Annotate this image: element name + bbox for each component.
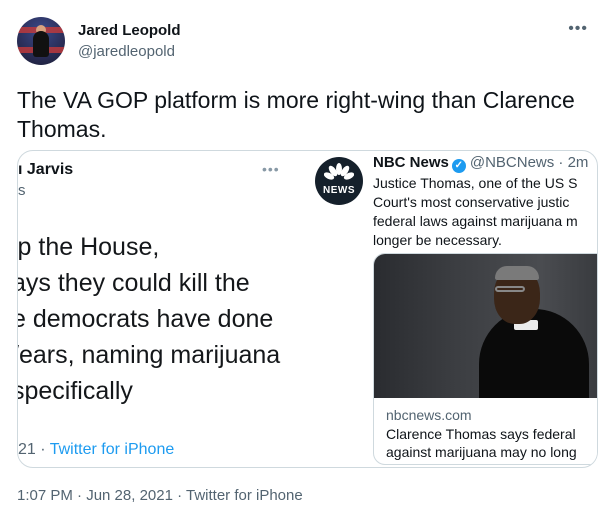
- nbc-tweet-line: Justice Thomas, one of the US S: [373, 175, 578, 191]
- left-screenshot-handle: s: [18, 182, 26, 199]
- more-horizontal-icon[interactable]: •••: [568, 20, 588, 38]
- nbc-tweet-line: Court's most conservative justic: [373, 194, 570, 210]
- tweet-media[interactable]: ı Jarvis s ••• ip the House, ays they co…: [17, 150, 598, 468]
- link-preview-title-line: against marijuana may no long: [386, 444, 577, 460]
- more-horizontal-icon: •••: [262, 161, 280, 177]
- left-screenshot-text: ip the House, ays they could kill the e …: [18, 229, 306, 409]
- nbc-avatar-label: NEWS: [323, 185, 355, 196]
- left-screenshot-line: ays they could kill the: [18, 269, 250, 297]
- nbc-tweet-line: federal laws against marijuana m: [373, 213, 578, 229]
- link-preview-card: nbcnews.com Clarence Thomas says federal…: [373, 253, 597, 465]
- peacock-icon: [324, 163, 354, 180]
- nbc-tweet-line: longer be necessary.: [373, 232, 502, 248]
- link-preview-title-line: Clarence Thomas says federal: [386, 426, 576, 442]
- left-screenshot: ı Jarvis s ••• ip the House, ays they co…: [18, 151, 306, 467]
- left-screenshot-line: ip the House,: [18, 233, 160, 261]
- left-screenshot-line: e democrats have done: [18, 305, 274, 333]
- nbc-avatar: NEWS: [315, 157, 363, 205]
- nbc-tweet-text: Justice Thomas, one of the US S Court's …: [373, 174, 597, 250]
- author-name[interactable]: Jared Leopold: [78, 22, 181, 39]
- left-screenshot-line: specifically: [18, 377, 133, 405]
- author-avatar[interactable]: [17, 17, 65, 65]
- left-screenshot-footer-date: 21 ·: [18, 441, 50, 458]
- left-screenshot-author: ı Jarvis: [18, 161, 74, 178]
- left-screenshot-line: /ears, naming marijuana: [18, 341, 281, 369]
- left-screenshot-source-link: Twitter for iPhone: [49, 441, 175, 458]
- nbc-header: NBC News ✓ @NBCNews · 2m: [373, 154, 588, 173]
- link-preview-title: Clarence Thomas says federal against mar…: [386, 425, 597, 461]
- avatar-person: [33, 31, 49, 57]
- tweet-card: Jared Leopold @jaredleopold ••• The VA G…: [0, 0, 614, 516]
- link-preview-image: [374, 254, 597, 398]
- tweet-timestamp[interactable]: 1:07 PM · Jun 28, 2021 · Twitter for iPh…: [17, 487, 303, 504]
- author-handle[interactable]: @jaredleopold: [78, 43, 175, 60]
- image-figure-glasses: [495, 286, 525, 292]
- image-figure-hair: [495, 266, 539, 280]
- verified-icon: ✓: [451, 159, 466, 173]
- tweet-text: The VA GOP platform is more right-wing t…: [17, 87, 575, 142]
- left-screenshot-footer: 21 · Twitter for iPhone: [18, 441, 174, 459]
- right-screenshot: NEWS NBC News ✓ @NBCNews · 2m Justice Thom…: [310, 151, 597, 467]
- nbc-name: NBC News: [373, 154, 449, 171]
- link-preview-domain: nbcnews.com: [386, 407, 472, 423]
- nbc-handle: @NBCNews · 2m: [469, 154, 589, 171]
